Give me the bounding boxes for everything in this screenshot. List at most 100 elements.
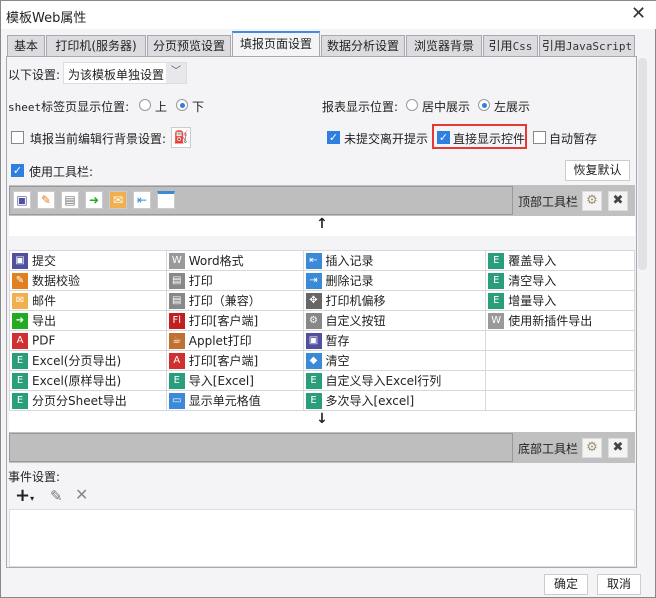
excel-icon: E: [488, 253, 505, 270]
restore-default-button[interactable]: 恢复默认: [565, 160, 630, 181]
delete-icon[interactable]: ✕: [75, 485, 88, 504]
toolbar-button-item[interactable]: ▣ 暂存: [302, 330, 487, 351]
save-icon[interactable]: ▣: [13, 191, 31, 209]
toolbar-button-item[interactable]: W 使用新插件导出: [485, 310, 635, 331]
cancel-button[interactable]: 取消: [597, 574, 641, 595]
arrow-down-icon[interactable]: ↓: [9, 411, 635, 432]
pdf-print-icon: A: [168, 353, 185, 370]
toolbar-button-label: 清空导入: [508, 273, 557, 288]
toolbar-button-item[interactable]: ✥ 打印机偏移: [302, 290, 487, 311]
tab-label: 打印机(服务器): [55, 39, 137, 53]
toolbar-button-item[interactable]: ☕ Applet打印: [165, 330, 304, 351]
toolbar-button-item[interactable]: E Excel(原样导出): [9, 370, 167, 391]
toolbar-button-label: 自定义按钮: [325, 313, 386, 328]
scope-dropdown[interactable]: 为该模板单独设置 ﹀: [63, 62, 187, 84]
grid-row: ✎ 数据校验 ▤ 打印 ⇥ 删除记录 E 清空导入: [9, 270, 635, 291]
sheet-position-label: 标签页显示位置:: [41, 100, 130, 114]
print-icon[interactable]: ▤: [61, 191, 79, 209]
gear-icon[interactable]: ⚙: [582, 438, 602, 458]
sheet-bottom-radio[interactable]: [176, 99, 188, 111]
toolbar-buttons-grid: ▣ 提交 W Word格式 ⇤ 插入记录 E 覆盖导入 ✎ 数据校验 ▤ 打印 ⇥ 删除记录 E 清空导入 ✉ 邮…: [9, 250, 635, 411]
direct-show-checkbox[interactable]: ✓: [437, 131, 450, 144]
add-icon[interactable]: +▾: [15, 485, 34, 506]
scrollbar[interactable]: [638, 58, 647, 270]
toolbar-button-label: 打印机偏移: [325, 293, 386, 308]
unsubmitted-label: 未提交离开提示: [344, 132, 429, 146]
top-toolbar-label: 顶部工具栏: [518, 195, 579, 209]
toolbar-button-item[interactable]: ✉ 邮件: [9, 290, 167, 311]
toolbar-button-item[interactable]: E 导入[Excel]: [165, 370, 304, 391]
toolbar-button-item[interactable]: ⇤ 插入记录: [302, 250, 487, 271]
toolbar-button-item[interactable]: Fl 打印[客户端]: [165, 310, 304, 331]
tab-8[interactable]: 引用JavaScript: [539, 35, 635, 57]
toolbar-button-item[interactable]: E 清空导入: [485, 270, 635, 291]
verify-icon[interactable]: ✎: [37, 191, 55, 209]
toolbar-button-item[interactable]: E 增量导入: [485, 290, 635, 311]
toolbar-button-item[interactable]: ▭ 显示单元格值: [165, 390, 304, 411]
pdf-icon: A: [12, 332, 28, 349]
grid-row: ▣ 提交 W Word格式 ⇤ 插入记录 E 覆盖导入: [9, 250, 635, 271]
toolbar-button-item[interactable]: ⇥ 删除记录: [302, 270, 487, 291]
top-toolbar-area[interactable]: ▣ ✎ ▤ ➜ ✉ ⇤: [9, 186, 513, 215]
arrow-up-icon[interactable]: ↑: [9, 216, 635, 236]
use-toolbar-checkbox[interactable]: ✓: [11, 164, 24, 177]
toolbar-button-label: 自定义导入Excel行列: [325, 373, 442, 388]
tab-5[interactable]: 数据分析设置: [321, 35, 405, 57]
toolbar-button-item[interactable]: ▣ 提交: [9, 250, 167, 271]
report-left-radio[interactable]: [478, 99, 490, 111]
edit-icon[interactable]: ✎: [50, 487, 63, 505]
title-bar: 模板Web属性 ✕: [1, 1, 656, 29]
toolbar-button-label: 打印[客户端]: [188, 353, 259, 368]
toolbar-button-label: Excel(原样导出): [32, 373, 122, 388]
unsubmitted-checkbox[interactable]: ✓: [327, 131, 340, 144]
tab-3[interactable]: 分页预览设置: [147, 35, 231, 57]
tab-4[interactable]: 填报页面设置: [232, 31, 320, 57]
toolbar-button-item[interactable]: A PDF: [9, 330, 167, 351]
toolbar-button-item[interactable]: E 自定义导入Excel行列: [302, 370, 487, 391]
toolbar-button-item[interactable]: E 多次导入[excel]: [302, 390, 487, 411]
insert-record-icon[interactable]: ⇤: [133, 191, 151, 209]
toolbar-button-item[interactable]: ✎ 数据校验: [9, 270, 167, 291]
autosave-checkbox[interactable]: [533, 131, 546, 144]
show-cell-icon: ▭: [168, 393, 185, 410]
gear-icon[interactable]: ⚙: [582, 191, 602, 211]
toolbar-button-label: 邮件: [32, 293, 57, 308]
close-circle-icon[interactable]: ✖: [608, 438, 628, 458]
close-icon[interactable]: ✕: [631, 3, 646, 24]
tab-7[interactable]: 引用Css: [483, 35, 538, 57]
toolbar-button-item[interactable]: E 覆盖导入: [485, 250, 635, 271]
bottom-toolbar-area[interactable]: [9, 433, 513, 462]
ok-button[interactable]: 确定: [544, 574, 588, 595]
row-bg-checkbox[interactable]: [11, 131, 24, 144]
tab-2[interactable]: 打印机(服务器): [46, 35, 146, 57]
toolbar-button-item[interactable]: ▤ 打印（兼容）: [165, 290, 304, 311]
tab-1[interactable]: 基本: [7, 35, 45, 57]
toolbar-button-label: Applet打印: [188, 333, 252, 348]
word-icon: W: [488, 313, 505, 330]
show-cell-icon[interactable]: [157, 191, 175, 209]
toolbar-button-item[interactable]: A 打印[客户端]: [165, 350, 304, 371]
toolbar-button-label: 打印: [188, 273, 213, 288]
events-list[interactable]: [9, 509, 635, 567]
toolbar-button-item[interactable]: E Excel(分页导出): [9, 350, 167, 371]
sheet-top-radio[interactable]: [139, 99, 151, 111]
report-left-label: 左展示: [494, 100, 531, 114]
toolbar-button-item[interactable]: ▤ 打印: [165, 270, 304, 291]
toolbar-button-item[interactable]: ◆ 清空: [302, 350, 487, 371]
close-circle-icon[interactable]: ✖: [608, 191, 628, 211]
toolbar-button-item[interactable]: W Word格式: [165, 250, 304, 271]
temp-save-icon: ▣: [305, 333, 322, 350]
toolbar-button-label: 显示单元格值: [188, 393, 261, 408]
toolbar-button-item[interactable]: E 分页分Sheet导出: [9, 390, 167, 411]
toolbar-button-label: 覆盖导入: [508, 253, 557, 268]
export-icon[interactable]: ➜: [85, 191, 103, 209]
paint-bucket-icon[interactable]: ⛽: [171, 127, 191, 148]
word-icon: W: [168, 253, 185, 270]
tab-6[interactable]: 浏览器背景: [406, 35, 482, 57]
toolbar-button-label: Word格式: [188, 253, 244, 268]
report-center-radio[interactable]: [406, 99, 418, 111]
print-icon: ▤: [168, 273, 185, 290]
mail-icon[interactable]: ✉: [109, 191, 127, 209]
toolbar-button-item[interactable]: ⚙ 自定义按钮: [302, 310, 487, 331]
toolbar-button-item[interactable]: ➜ 导出: [9, 310, 167, 331]
